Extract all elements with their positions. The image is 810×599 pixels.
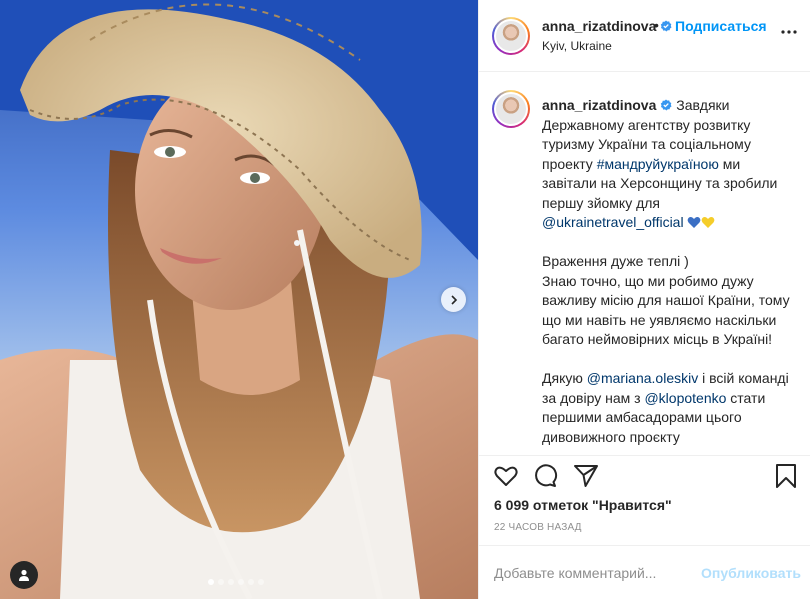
post-actions — [479, 455, 810, 495]
location-link[interactable]: Kyiv, Ukraine — [542, 39, 612, 53]
caption-text: Дякую — [542, 370, 583, 386]
username-text[interactable]: anna_rizatdinova — [542, 97, 656, 113]
username-text[interactable]: anna_rizatdinova — [542, 18, 656, 34]
carousel-dot — [248, 579, 254, 585]
post-caption: anna_rizatdinova Завдяки Державному аген… — [542, 96, 792, 447]
caption-username[interactable]: anna_rizatdinova — [542, 97, 672, 113]
photo-illustration — [0, 0, 478, 599]
avatar[interactable] — [492, 90, 530, 128]
blue-heart-emoji-icon — [688, 217, 701, 228]
mention-link[interactable]: @ukrainetravel_official — [542, 214, 684, 230]
verified-badge-icon — [661, 99, 672, 111]
mention-link[interactable]: @mariana.oleskiv — [587, 370, 698, 386]
user-tag-icon — [19, 569, 29, 581]
bookmark-icon — [776, 464, 796, 488]
share-icon — [574, 465, 598, 487]
post-side-panel: anna_rizatdinova • Подписаться Kyiv, Ukr… — [478, 0, 810, 599]
carousel-next-button[interactable] — [441, 287, 466, 312]
carousel-dot — [218, 579, 224, 585]
carousel-dot — [208, 579, 214, 585]
caption-paragraph: Знаю точно, що ми робимо дужу важливу мі… — [542, 272, 790, 348]
like-button[interactable] — [493, 463, 519, 489]
caption-area: anna_rizatdinova Завдяки Державному аген… — [479, 73, 810, 455]
comment-input[interactable] — [494, 562, 694, 584]
carousel-dot — [258, 579, 264, 585]
chevron-right-icon — [450, 294, 457, 305]
header-separator: • — [654, 17, 659, 33]
follow-button[interactable]: Подписаться — [675, 18, 767, 34]
avatar[interactable] — [492, 17, 530, 55]
user-tags-button[interactable] — [10, 561, 38, 589]
caption-paragraph: Враження дуже теплі ) — [542, 253, 689, 269]
hashtag-link[interactable]: #мандруйукраїною — [597, 156, 719, 172]
verified-badge-icon — [661, 20, 672, 32]
post-photo[interactable] — [0, 0, 478, 599]
post-timestamp[interactable]: 22 ЧАСОВ НАЗАД — [494, 522, 582, 533]
carousel-dot — [238, 579, 244, 585]
post-header: anna_rizatdinova • Подписаться Kyiv, Ukr… — [479, 0, 810, 72]
yellow-heart-emoji-icon — [702, 217, 715, 228]
carousel-dots — [208, 579, 264, 585]
comment-button[interactable] — [533, 463, 559, 489]
heart-icon — [494, 466, 518, 486]
save-button[interactable] — [773, 463, 799, 489]
publish-comment-button[interactable]: Опубликовать — [701, 565, 801, 581]
likes-count[interactable]: 6 099 отметок "Нравится" — [494, 497, 672, 513]
header-username[interactable]: anna_rizatdinova — [542, 18, 672, 34]
share-button[interactable] — [573, 463, 599, 489]
more-options-icon — [781, 30, 797, 34]
add-comment-section: Опубликовать — [479, 545, 810, 599]
comment-icon — [535, 464, 558, 487]
more-options-button[interactable] — [779, 22, 799, 42]
carousel-dot — [228, 579, 234, 585]
mention-link[interactable]: @klopotenko — [644, 390, 726, 406]
